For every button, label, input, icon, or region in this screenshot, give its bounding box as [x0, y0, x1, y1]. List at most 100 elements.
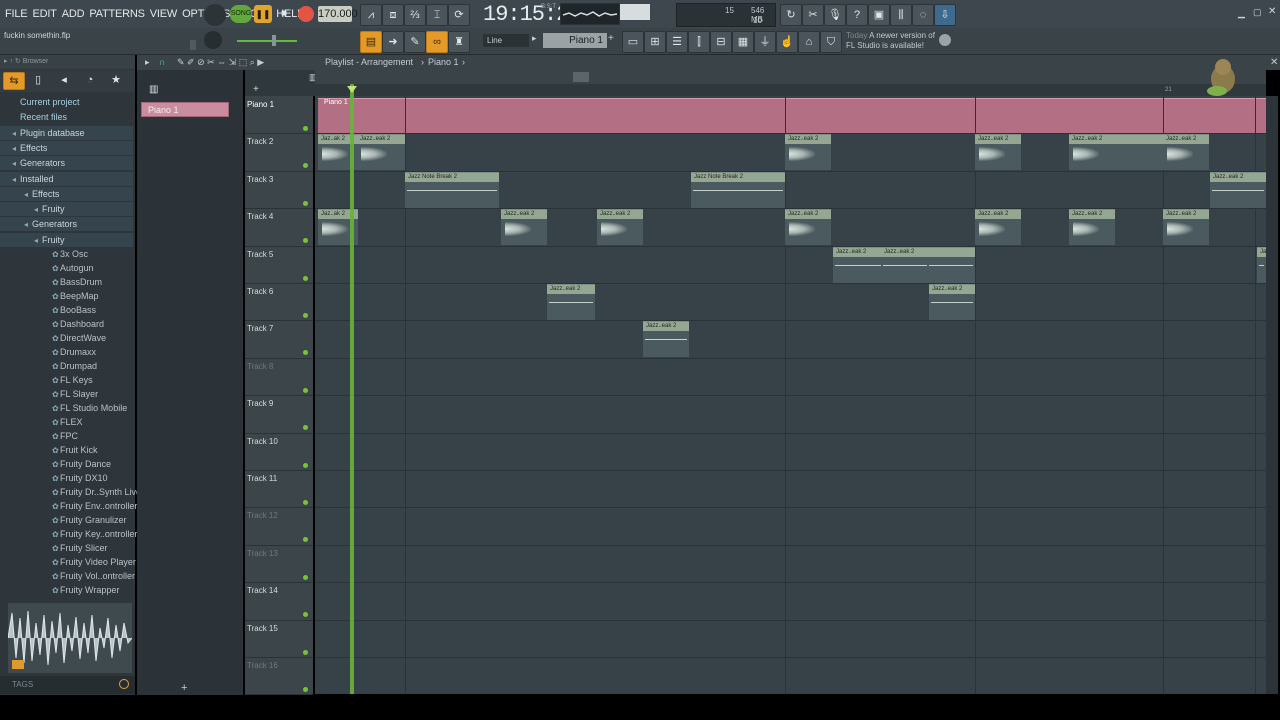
browser-item[interactable]: ✿Fruity Dance [0, 457, 133, 471]
timeline-ruler[interactable]: 21 [315, 84, 1266, 96]
browser-item[interactable]: ✿Autogun [0, 261, 133, 275]
track-mute-led[interactable] [303, 238, 308, 244]
browser-item[interactable]: Recent files [0, 110, 133, 124]
arrangement-grid[interactable]: Piano 1 Jaz..ak 2 Jazz..eak 2 Jazz..eak 2J… [315, 96, 1266, 694]
track-mute-led[interactable] [303, 649, 308, 655]
browser-item[interactable]: ◂ Effects [0, 186, 133, 201]
browser-item[interactable]: ✿Fruity Dr..Synth Live [0, 485, 141, 499]
browser-item[interactable]: ◂ Fruity [0, 232, 133, 247]
browser-item[interactable]: ✿FPC [0, 429, 133, 443]
browser-item[interactable]: ◂ Installed [0, 171, 133, 186]
search-icon[interactable] [119, 679, 129, 689]
track-name[interactable]: Track 14 [247, 586, 278, 595]
audio-clip[interactable]: Jazz..eak 2 [1210, 171, 1266, 208]
browser-item[interactable]: ✿Fruity Key..ontroller [0, 527, 137, 541]
audio-clip[interactable]: Jazz Note Break 2 [405, 171, 499, 208]
browser-item[interactable]: ✿Fruit Kick [0, 443, 133, 457]
pattern-picker-icon[interactable]: ▥ [149, 84, 158, 95]
browser-item[interactable]: ✿DirectWave [0, 331, 133, 345]
browser-item[interactable]: ✿Drumpad [0, 359, 133, 373]
track-mute-led[interactable] [303, 612, 308, 618]
cut-icon[interactable]: ✂ [802, 4, 824, 26]
wait-for-input-icon[interactable]: ⧈ [382, 4, 404, 26]
audio-clip[interactable]: Jazz..eak 2 [785, 134, 831, 171]
pattern-item-piano-1[interactable]: Piano 1 [141, 102, 229, 117]
loop-icon[interactable]: ◔ [80, 72, 100, 88]
pencil-icon[interactable]: ✎ [404, 31, 426, 53]
audio-clip[interactable]: Jazz..eak 2 [547, 284, 595, 320]
track-name[interactable]: Track 13 [247, 549, 278, 558]
audio-clip[interactable]: Jazz..eak 2 [597, 209, 643, 246]
tempo-display[interactable]: 170.000 [318, 6, 358, 22]
microphone-icon[interactable]: 🎙 [824, 4, 846, 26]
track-mute-led[interactable] [303, 425, 308, 431]
loop-record-icon[interactable]: ⟳ [448, 4, 470, 26]
browser-tree-icon[interactable]: ⊟ [710, 31, 732, 53]
playhead[interactable] [350, 84, 354, 694]
track-name[interactable]: Track 11 [247, 474, 277, 483]
channel-rack-icon[interactable]: ☰ [666, 31, 688, 53]
track-name[interactable]: Track 16 [247, 661, 278, 670]
track-name[interactable]: Track 15 [247, 624, 278, 633]
window-maximize-icon[interactable]: ▢ [1253, 7, 1262, 18]
browser-item[interactable]: ✿Fruity DX10 [0, 471, 133, 485]
track-mute-led[interactable] [303, 500, 308, 505]
arrow-right-icon[interactable]: ➜ [382, 31, 404, 53]
audio-clip[interactable]: Jazz..eak 2 [1257, 246, 1266, 283]
browser-item[interactable]: ✿BassDrum [0, 275, 133, 289]
browser-item[interactable]: Current project [0, 95, 133, 109]
sample-preview[interactable] [7, 603, 133, 673]
audio-clip[interactable]: Jazz..eak 2 [501, 209, 547, 246]
track-mute-led[interactable] [303, 687, 308, 692]
playlist-close-icon[interactable]: ✕ [1270, 55, 1278, 70]
globe-icon[interactable] [939, 34, 951, 46]
plugin-picker-icon[interactable]: ▦ [732, 31, 754, 53]
help-icon[interactable]: ? [846, 4, 868, 26]
filename-scroll[interactable] [190, 40, 196, 50]
audio-clip[interactable]: Jazz..eak 2 [929, 284, 975, 320]
add-pattern-icon[interactable]: + [608, 33, 614, 44]
shop-icon[interactable]: ⛉ [820, 31, 842, 53]
magnet-icon[interactable]: ∩ [159, 55, 165, 70]
master-volume-slider[interactable] [237, 40, 297, 42]
menu-edit[interactable]: EDIT [32, 8, 56, 20]
mixer-view-icon[interactable]: ⫿ [688, 31, 710, 53]
browser-item[interactable]: ✿Fruity Granulizer [0, 513, 133, 527]
track-mute-led[interactable] [303, 313, 308, 318]
hat-icon[interactable]: ⌂ [798, 31, 820, 53]
track-name[interactable]: Track 4 [247, 212, 273, 221]
browser-item[interactable]: ✿FLEX [0, 415, 133, 429]
browser-item[interactable]: ✿BeepMap [0, 289, 133, 303]
browser-item[interactable]: ✿FL Keys [0, 373, 133, 387]
touch-icon[interactable]: ☝ [776, 31, 798, 53]
track-name[interactable]: Track 6 [247, 287, 273, 296]
browser-item[interactable]: ✿Drumaxx [0, 345, 133, 359]
menu-add[interactable]: ADD [62, 8, 85, 20]
browser-item[interactable]: ✿3x Osc [0, 247, 133, 261]
browser-item[interactable]: ✿Fruity Vol..ontroller [0, 569, 135, 583]
piano-roll-icon[interactable]: ⊞ [644, 31, 666, 53]
track-name[interactable]: Piano 1 [247, 100, 274, 109]
master-pitch-knob[interactable] [204, 31, 222, 49]
browser-item[interactable]: ✿FL Slayer [0, 387, 133, 401]
browser-item[interactable]: ◂ Generators [0, 156, 133, 171]
playlist-menu-icon[interactable]: ▸ [145, 55, 150, 70]
stop-button[interactable]: ■ [275, 5, 293, 23]
menu-file[interactable]: FILE [5, 8, 28, 20]
audio-clip[interactable]: Jazz..eak 2 [975, 209, 1021, 246]
audio-clip[interactable]: Jazz Note Break 2 [691, 171, 785, 208]
browser-item[interactable]: ◂ Fruity [0, 202, 133, 217]
playlist-tools-icons[interactable]: ✎ ✐ ⊘ ✂ ⇔ ⇲ ⬚ ⌕ ▶ [177, 55, 264, 70]
track-mute-led[interactable] [303, 163, 308, 169]
play-button[interactable]: ❚❚ [254, 5, 272, 23]
track-mute-led[interactable] [303, 537, 308, 543]
track-name[interactable]: Track 3 [247, 175, 273, 184]
menu-view[interactable]: VIEW [150, 8, 178, 20]
snap-selector[interactable]: Line [483, 34, 529, 47]
star-icon[interactable]: ★ [106, 72, 126, 88]
plugin-icon[interactable]: ⏚ [754, 31, 776, 53]
tags-bar[interactable]: TAGS [0, 676, 135, 694]
track-mute-led[interactable] [303, 275, 308, 281]
browser-item[interactable]: ✿Fruity Env..ontroller [0, 499, 137, 513]
browser-nav-icons[interactable]: ▸ ↑ ↻ [4, 58, 23, 65]
